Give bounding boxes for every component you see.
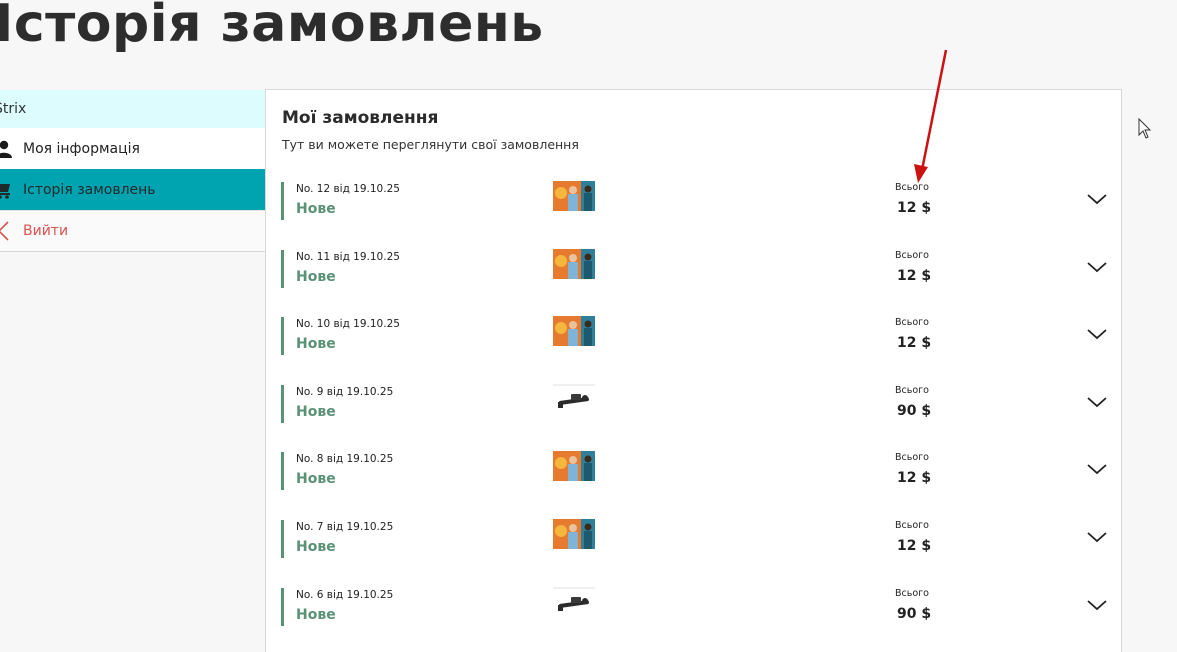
order-total: 12 $ xyxy=(897,267,932,284)
mouse-cursor-icon xyxy=(1138,118,1152,139)
order-row[interactable]: No. 10 від 19.10.25 Нове Всього 12 $ xyxy=(281,316,1111,369)
order-total-label: Всього xyxy=(895,587,929,599)
order-row[interactable]: No. 11 від 19.10.25 Нове Всього 12 $ xyxy=(281,248,1111,302)
order-status-bar xyxy=(281,249,284,288)
order-total: 90 $ xyxy=(897,402,932,419)
order-row[interactable]: No. 7 від 19.10.25 Нове Всього 12 $ xyxy=(281,519,1111,572)
order-total: 12 $ xyxy=(897,200,932,216)
order-product-thumbnail xyxy=(553,383,595,414)
sidebar-item-label: Історія замовлень xyxy=(23,181,156,198)
order-number: No. 10 від 19.10.25 xyxy=(296,318,400,331)
order-row[interactable]: No. 12 від 19.10.25 Нове Всього 12 $ xyxy=(281,181,1111,234)
order-number: No. 12 від 19.10.25 xyxy=(296,183,400,195)
order-status: Нове xyxy=(296,201,336,217)
order-total-label: Всього xyxy=(895,452,929,464)
chevron-down-icon[interactable] xyxy=(1086,528,1108,546)
sidebar-item-logout[interactable]: Вийти xyxy=(0,210,266,251)
account-sidebar: Strix Моя інформація Історія замовлень xyxy=(0,90,266,252)
order-status-bar xyxy=(281,182,284,220)
order-product-thumbnail xyxy=(553,519,595,549)
order-status-bar xyxy=(281,587,284,626)
order-total-label: Всього xyxy=(895,384,929,396)
order-status-bar xyxy=(281,520,284,558)
order-total: 12 $ xyxy=(897,335,932,352)
order-number: No. 9 від 19.10.25 xyxy=(296,385,394,398)
sidebar-item-label: Моя інформація xyxy=(23,140,140,157)
sidebar-item-label: Вийти xyxy=(23,223,69,239)
orders-subtitle: Тут ви можете переглянути свої замовленн… xyxy=(282,137,579,152)
cart-icon xyxy=(0,181,23,199)
order-total-label: Всього xyxy=(895,249,929,261)
order-total: 12 $ xyxy=(897,538,932,554)
page-title: Історія замовлень xyxy=(0,0,544,54)
order-status-bar xyxy=(281,452,284,491)
user-icon xyxy=(0,140,23,158)
order-product-thumbnail xyxy=(553,586,595,617)
order-total-label: Всього xyxy=(895,182,929,193)
sidebar-username: Strix xyxy=(0,90,266,128)
order-row[interactable]: No. 6 від 19.10.25 Нове Всього 90 $ xyxy=(281,586,1111,640)
order-status: Нове xyxy=(296,403,336,420)
order-number: No. 8 від 19.10.25 xyxy=(296,453,394,466)
orders-panel: Мої замовлення Тут ви можете переглянути… xyxy=(265,89,1122,652)
order-status: Нове xyxy=(296,268,336,285)
order-product-thumbnail xyxy=(553,181,595,211)
order-total-label: Всього xyxy=(895,520,929,531)
logout-chevron-icon xyxy=(0,221,23,241)
order-product-thumbnail xyxy=(553,248,595,279)
sidebar-item-order-history[interactable]: Історія замовлень xyxy=(0,169,266,210)
order-status: Нове xyxy=(296,336,336,353)
chevron-down-icon[interactable] xyxy=(1086,325,1108,343)
order-status: Нове xyxy=(296,471,336,488)
chevron-down-icon[interactable] xyxy=(1086,190,1108,208)
order-product-thumbnail xyxy=(553,451,595,482)
chevron-down-icon[interactable] xyxy=(1086,596,1108,614)
order-number: No. 6 від 19.10.25 xyxy=(296,588,394,601)
order-number: No. 7 від 19.10.25 xyxy=(296,521,394,533)
order-status-bar xyxy=(281,317,284,356)
order-status-bar xyxy=(281,384,284,423)
order-total: 90 $ xyxy=(897,605,932,622)
chevron-down-icon[interactable] xyxy=(1086,258,1108,276)
order-total-label: Всього xyxy=(895,317,929,329)
order-total: 12 $ xyxy=(897,470,932,487)
order-row[interactable]: No. 9 від 19.10.25 Нове Всього 90 $ xyxy=(281,383,1111,437)
chevron-down-icon[interactable] xyxy=(1086,460,1108,478)
order-number: No. 11 від 19.10.25 xyxy=(296,250,400,263)
chevron-down-icon[interactable] xyxy=(1086,393,1108,411)
page: Історія замовлень Strix Моя інформація xyxy=(0,0,1177,652)
order-status: Нове xyxy=(296,606,336,623)
sidebar-item-my-info[interactable]: Моя інформація xyxy=(0,128,266,169)
orders-title: Мої замовлення xyxy=(282,108,439,128)
order-product-thumbnail xyxy=(553,316,595,347)
order-row[interactable]: No. 8 від 19.10.25 Нове Всього 12 $ xyxy=(281,451,1111,504)
order-status: Нове xyxy=(296,539,336,555)
